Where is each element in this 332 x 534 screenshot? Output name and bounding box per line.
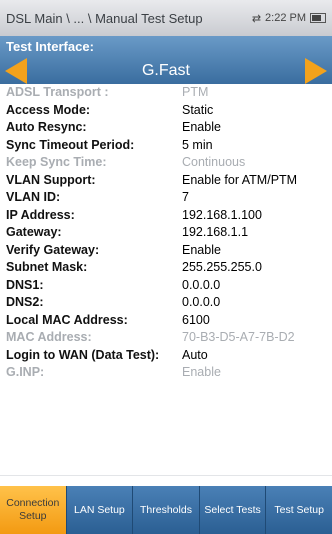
status-bar: DSL Main \ ... \ Manual Test Setup ⇄ 2:2…	[0, 0, 332, 36]
setting-label: DNS1:	[6, 277, 44, 292]
setting-value[interactable]: 192.168.1.1	[182, 224, 332, 242]
setting-row[interactable]: IP Address: 192.168.1.100	[0, 207, 332, 225]
network-arrows-icon: ⇄	[251, 12, 262, 25]
setting-row[interactable]: Login to WAN (Data Test): Auto	[0, 347, 332, 365]
setting-row: MAC Address: 70-B3-D5-A7-7B-D2	[0, 329, 332, 347]
tab-lan-setup[interactable]: LAN Setup	[65, 486, 133, 534]
setting-label: G.INP:	[6, 365, 45, 379]
setting-row[interactable]: Gateway: 192.168.1.1	[0, 224, 332, 242]
status-indicators: ⇄ 2:22 PM	[252, 12, 326, 25]
setting-label: Access Mode:	[6, 102, 91, 117]
setting-row[interactable]: Subnet Mask: 255.255.255.0	[0, 259, 332, 277]
setting-value[interactable]: Enable for ATM/PTM	[182, 172, 332, 190]
setting-row[interactable]: Sync Timeout Period: 5 min	[0, 137, 332, 155]
setting-label: MAC Address:	[6, 330, 92, 344]
setting-row[interactable]: VLAN Support: Enable for ATM/PTM	[0, 172, 332, 190]
test-interface-selector: G.Fast	[0, 58, 332, 84]
divider	[0, 475, 332, 476]
setting-label: ADSL Transport :	[6, 85, 109, 99]
setting-label: IP Address:	[6, 207, 75, 222]
right-arrow-icon[interactable]	[305, 58, 327, 84]
left-arrow-icon[interactable]	[5, 58, 27, 84]
setting-value: Continuous	[182, 155, 246, 169]
setting-value[interactable]: 5 min	[182, 137, 332, 155]
battery-icon	[310, 13, 326, 23]
test-interface-label: Test Interface:	[6, 39, 94, 54]
setting-row: G.INP: Enable	[0, 364, 332, 382]
bottom-tab-bar: Connection Setup LAN Setup Thresholds Selec…	[0, 486, 332, 534]
setting-value[interactable]: 0.0.0.0	[182, 277, 332, 295]
setting-label: DNS2:	[6, 295, 44, 309]
settings-list: ADSL Transport : PTM Access Mode: Static Aut…	[0, 84, 332, 480]
setting-label: VLAN ID:	[6, 190, 61, 204]
tab-thresholds[interactable]: Thresholds	[132, 486, 199, 534]
setting-value[interactable]: 6100	[182, 312, 332, 330]
test-interface-panel: Test Interface: G.Fast	[0, 36, 332, 84]
setting-value[interactable]: Static	[182, 102, 332, 120]
setting-row[interactable]: Verify Gateway: Enable	[0, 242, 332, 260]
setting-label: VLAN Support:	[6, 172, 96, 187]
setting-label: Auto Resync:	[6, 120, 87, 134]
setting-label: Local MAC Address:	[6, 312, 128, 327]
setting-label: Sync Timeout Period:	[6, 137, 135, 152]
setting-value: 70-B3-D5-A7-7B-D2	[182, 330, 295, 344]
tab-connection-setup[interactable]: Connection Setup	[0, 486, 66, 534]
setting-label: Login to WAN (Data Test):	[6, 347, 160, 362]
setting-value[interactable]: Auto	[182, 347, 332, 365]
tab-test-setup[interactable]: Test Setup	[265, 486, 332, 534]
setting-row[interactable]: Access Mode: Static	[0, 102, 332, 120]
setting-value: Enable	[182, 365, 221, 379]
setting-row[interactable]: Auto Resync: Enable	[0, 119, 332, 137]
setting-label: Keep Sync Time:	[6, 155, 107, 169]
clock-time: 2:22 PM	[265, 12, 306, 24]
setting-value[interactable]: 0.0.0.0	[182, 294, 332, 312]
setting-row[interactable]: Local MAC Address: 6100	[0, 312, 332, 330]
tab-select-tests[interactable]: Select Tests	[198, 486, 266, 534]
setting-value: PTM	[182, 85, 209, 99]
setting-row[interactable]: VLAN ID: 7	[0, 189, 332, 207]
setting-value[interactable]: 192.168.1.100	[182, 207, 332, 225]
setting-value[interactable]: Enable	[182, 242, 332, 260]
setting-row[interactable]: DNS1: 0.0.0.0	[0, 277, 332, 295]
setting-value[interactable]: 255.255.255.0	[182, 259, 332, 277]
setting-value[interactable]: Enable	[182, 119, 332, 137]
setting-row: Keep Sync Time: Continuous	[0, 154, 332, 172]
setting-label: Gateway:	[6, 225, 62, 239]
setting-value[interactable]: 7	[182, 189, 332, 207]
setting-label: Verify Gateway:	[6, 242, 100, 257]
test-interface-value[interactable]: G.Fast	[27, 62, 305, 80]
setting-row: ADSL Transport : PTM	[0, 84, 332, 102]
breadcrumb[interactable]: DSL Main \ ... \ Manual Test Setup	[6, 11, 252, 26]
setting-label: Subnet Mask:	[6, 260, 88, 274]
setting-row[interactable]: DNS2: 0.0.0.0	[0, 294, 332, 312]
